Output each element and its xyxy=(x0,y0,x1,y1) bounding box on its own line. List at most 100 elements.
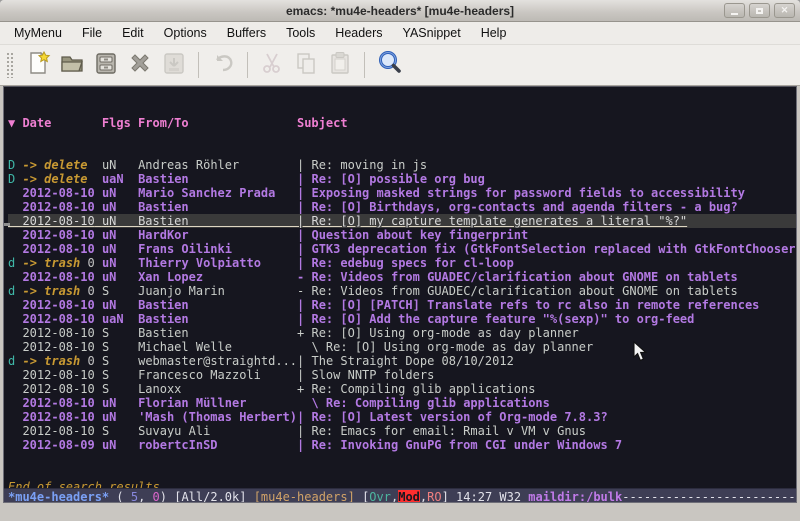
save-button[interactable] xyxy=(89,50,123,80)
mark-action: -> trash xyxy=(22,284,80,298)
message-row[interactable]: 2012-08-10 uaN Bastien | Re: [O] Add the… xyxy=(8,312,796,326)
minimize-icon xyxy=(731,13,738,15)
close-buffer-button[interactable] xyxy=(123,50,157,80)
message-row[interactable]: 2012-08-10 S Bastien + Re: [O] Using org… xyxy=(8,326,796,340)
message-row[interactable]: 2012-08-10 S Lanoxx + Re: Compiling glib… xyxy=(8,382,796,396)
message-row[interactable]: 2012-08-10 uN Bastien | Re: [O] my captu… xyxy=(8,214,796,228)
message-flags: uN xyxy=(102,214,138,228)
message-row[interactable]: d -> trash 0 S Juanjo Marin - Re: Videos… xyxy=(8,284,796,298)
mu4e-headers-buffer: ▼ Date Flgs From/To Subject D -> delete … xyxy=(4,87,796,488)
toolbar-separator xyxy=(198,52,199,78)
thread-prefix: - xyxy=(297,284,311,298)
message-row[interactable]: 2012-08-10 S Michael Welle \ Re: [O] Usi… xyxy=(8,340,796,354)
message-row[interactable]: 2012-08-10 uN Mario Sanchez Prada | Expo… xyxy=(8,186,796,200)
close-icon: ✕ xyxy=(781,6,789,15)
message-row[interactable]: 2012-08-10 S Suvayu Ali | Re: Emacs for … xyxy=(8,424,796,438)
copy-button xyxy=(289,50,323,80)
message-row[interactable]: 2012-08-10 uN Xan Lopez - Re: Videos fro… xyxy=(8,270,796,284)
undo-button xyxy=(206,50,240,80)
message-row[interactable]: 2012-08-10 uN Bastien | Re: [O] Birthday… xyxy=(8,200,796,214)
mark-char: d xyxy=(8,354,15,368)
message-subject: Question about key fingerprint xyxy=(311,228,528,242)
message-row[interactable]: 2012-08-10 uN HardKor | Question about k… xyxy=(8,228,796,242)
message-flags: uN xyxy=(102,158,138,172)
tool-bar xyxy=(0,45,800,86)
message-subject: Re: [O] Add the capture feature "%(sexp)… xyxy=(311,312,694,326)
message-flags: S xyxy=(102,424,138,438)
new-file-button[interactable] xyxy=(21,50,55,80)
message-flags: uN xyxy=(102,200,138,214)
message-from: robertcInSD xyxy=(138,438,297,452)
message-flags: uN xyxy=(102,396,138,410)
message-row[interactable]: 2012-08-10 uN Florian Müllner \ Re: Comp… xyxy=(8,396,796,410)
message-row[interactable]: D -> delete uaN Bastien | Re: [O] possib… xyxy=(8,172,796,186)
message-date: 2012-08-10 xyxy=(22,298,94,312)
modeline-segment-plain: ) [All/2.0k] xyxy=(160,490,254,503)
modeline-segment-plain: ( xyxy=(109,490,131,503)
message-subject: Slow NNTP folders xyxy=(311,368,434,382)
open-folder-button[interactable] xyxy=(55,50,89,80)
menu-item-options[interactable]: Options xyxy=(154,23,217,43)
message-subject: Re: moving in js xyxy=(311,158,427,172)
message-row[interactable]: d -> trash 0 uN Thierry Volpiatto | Re: … xyxy=(8,256,796,270)
thread-prefix: | xyxy=(297,200,311,214)
menu-item-edit[interactable]: Edit xyxy=(112,23,154,43)
message-subject: Re: [O] [PATCH] Translate refs to rc als… xyxy=(311,298,759,312)
modeline-segment-mode-name: [mu4e-headers] xyxy=(254,490,355,503)
message-date: 2012-08-10 xyxy=(22,396,94,410)
thread-prefix: \ xyxy=(297,396,326,410)
menu-item-tools[interactable]: Tools xyxy=(276,23,325,43)
minimize-button[interactable] xyxy=(724,3,745,18)
message-subject: Re: [O] Using org-mode as day planner xyxy=(326,340,593,354)
message-date: 2012-08-10 xyxy=(22,270,94,284)
message-date: 2012-08-10 xyxy=(22,326,94,340)
message-subject: Re: edebug specs for cl-loop xyxy=(312,256,514,270)
close-button[interactable]: ✕ xyxy=(774,3,795,18)
modeline-segment-mod: Mod xyxy=(398,490,420,503)
message-flags: S xyxy=(102,326,138,340)
message-row[interactable]: D -> delete uN Andreas Röhler | Re: movi… xyxy=(8,158,796,172)
message-date: 2012-08-10 xyxy=(22,368,94,382)
menu-item-headers[interactable]: Headers xyxy=(325,23,392,43)
menu-item-mymenu[interactable]: MyMenu xyxy=(4,23,72,43)
message-row[interactable]: 2012-08-09 uN robertcInSD | Re: Invoking… xyxy=(8,438,796,452)
headers-column-header[interactable]: ▼ Date Flgs From/To Subject xyxy=(8,115,796,130)
thread-prefix: | xyxy=(297,410,311,424)
paste-button xyxy=(323,50,357,80)
message-from: Mario Sanchez Prada xyxy=(138,186,297,200)
message-from: Francesco Mazzoli xyxy=(138,368,297,382)
message-row[interactable]: d -> trash 0 S webmaster@straightd...| T… xyxy=(8,354,796,368)
menu-item-file[interactable]: File xyxy=(72,23,112,43)
message-row[interactable]: 2012-08-10 uN 'Mash (Thomas Herbert)| Re… xyxy=(8,410,796,424)
message-from: Bastien xyxy=(138,298,297,312)
mode-line: *mu4e-headers* ( 5, 0) [All/2.0k] [mu4e-… xyxy=(4,488,796,503)
modeline-segment-plain: ----------------------------------------… xyxy=(622,490,796,503)
modeline-segment-ro: RO xyxy=(427,490,441,503)
message-row[interactable]: 2012-08-10 uN Frans Oilinki | GTK3 depre… xyxy=(8,242,796,256)
modeline-segment-ovr: Ovr xyxy=(369,490,391,503)
message-row[interactable]: 2012-08-10 uN Bastien | Re: [O] [PATCH] … xyxy=(8,298,796,312)
message-subject: Exposing masked strings for password fie… xyxy=(311,186,744,200)
message-date: 2012-08-10 xyxy=(22,382,94,396)
message-flags: uN xyxy=(102,256,138,270)
menu-item-buffers[interactable]: Buffers xyxy=(217,23,276,43)
message-from: webmaster@straightd... xyxy=(138,354,297,368)
message-flags: uN xyxy=(102,186,138,200)
message-from: Bastien xyxy=(138,214,297,228)
menu-item-yasnippet[interactable]: YASnippet xyxy=(393,23,471,43)
menu-item-help[interactable]: Help xyxy=(471,23,517,43)
message-row[interactable]: 2012-08-10 S Francesco Mazzoli | Slow NN… xyxy=(8,368,796,382)
message-list: D -> delete uN Andreas Röhler | Re: movi… xyxy=(8,158,796,452)
thread-prefix: | xyxy=(297,298,311,312)
message-from: HardKor xyxy=(138,228,297,242)
thread-prefix: | xyxy=(297,438,311,452)
toolbar-grip-handle[interactable] xyxy=(6,52,15,78)
modeline-segment-maildir: maildir:/bulk xyxy=(528,490,622,503)
save-as-icon xyxy=(161,50,187,81)
cut-icon xyxy=(259,50,285,81)
thread-prefix: | xyxy=(297,172,311,186)
search-button[interactable] xyxy=(372,50,406,80)
message-flags: uaN xyxy=(102,172,138,186)
maximize-button[interactable] xyxy=(749,3,770,18)
message-from: Thierry Volpiatto xyxy=(138,256,297,270)
